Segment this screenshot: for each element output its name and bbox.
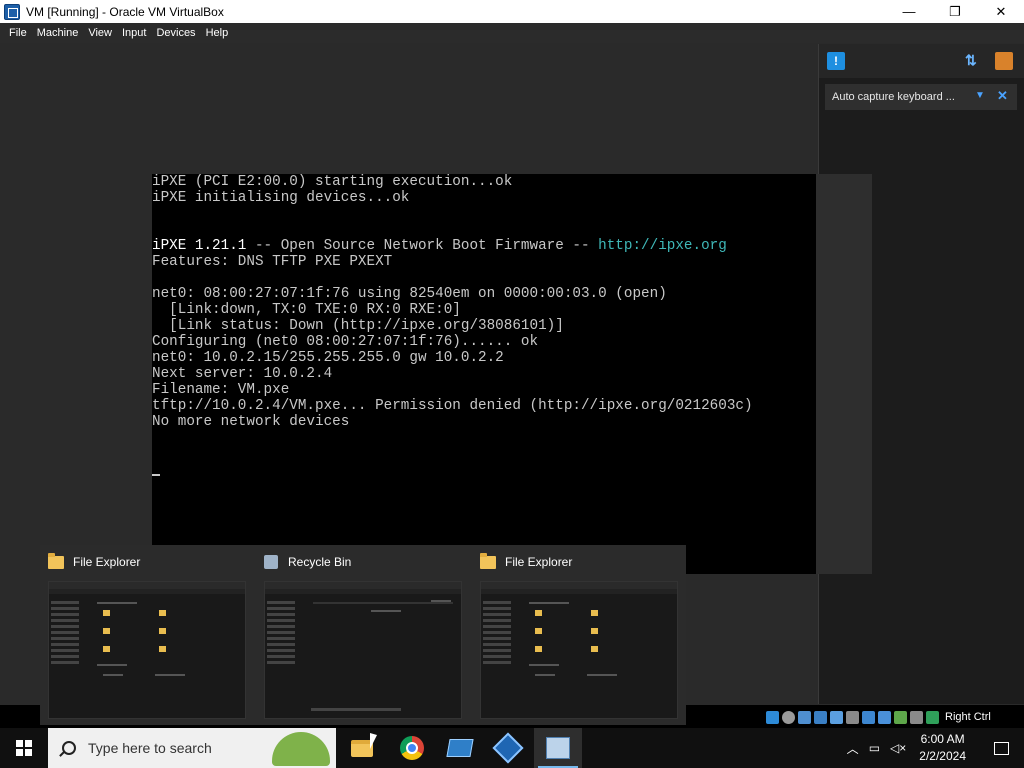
folder-icon: [48, 552, 64, 569]
close-button[interactable]: ✕: [978, 0, 1024, 23]
usb-icon[interactable]: [830, 710, 843, 724]
window-controls: — ❐ ✕: [886, 0, 1024, 23]
console-line: iPXE (PCI E2:00.0) starting execution...…: [152, 174, 513, 190]
remote-desktop-icon: [446, 739, 474, 757]
clock-time: 6:00 AM: [920, 732, 965, 746]
virtualbox-app-icon: [4, 3, 20, 20]
guest-screen-margin: [816, 174, 872, 574]
action-center-icon: [993, 741, 1009, 755]
window-title: VM [Running] - Oracle VM VirtualBox: [26, 4, 224, 19]
display-icon[interactable]: [862, 710, 875, 724]
windows-logo-icon: [16, 740, 32, 756]
sort-icon[interactable]: ⇅: [965, 52, 981, 70]
recording-icon[interactable]: [878, 710, 891, 724]
taskbar-chrome[interactable]: [388, 728, 436, 768]
taskbar-search-box[interactable]: Type here to search: [48, 728, 336, 768]
menu-help[interactable]: Help: [201, 27, 234, 39]
preview-title-text: File Explorer: [505, 555, 573, 569]
preview-title: Recycle Bin: [264, 553, 351, 571]
preview-title-text: File Explorer: [73, 555, 141, 569]
notification-close-icon[interactable]: ✕: [997, 88, 1008, 104]
start-button[interactable]: [0, 728, 48, 768]
preview-title: File Explorer: [48, 552, 141, 571]
folder-icon: [480, 552, 496, 569]
taskbar-remote-desktop[interactable]: [436, 728, 484, 768]
taskbar-thumbnail-previews: File Explorer Recycle Bin File Explorer: [40, 545, 686, 725]
taskbar-vm-window[interactable]: [534, 728, 582, 768]
title-bar: VM [Running] - Oracle VM VirtualBox — ❐ …: [0, 0, 1024, 23]
notification-card[interactable]: Auto capture keyboard ... ▼ ✕: [825, 84, 1017, 110]
preview-image: [480, 581, 678, 719]
clear-all-icon[interactable]: [995, 52, 1013, 70]
taskbar: Type here to search ︿ ▭ ◁× 6:00 AM 2/2/2…: [0, 728, 1024, 768]
ipxe-link: http://ipxe.org: [598, 238, 727, 254]
chrome-icon: [400, 736, 424, 760]
system-tray: ︿ ▭ ◁× 6:00 AM 2/2/2024: [842, 728, 1024, 768]
maximize-button[interactable]: ❐: [932, 0, 978, 23]
action-center-button[interactable]: [978, 728, 1024, 768]
mouse-pointer-icon: [370, 733, 377, 749]
vm-window-icon: [546, 737, 570, 759]
console-line: net0: 10.0.2.15/255.255.255.0 gw 10.0.2.…: [152, 350, 504, 366]
notification-center-toggle-icon[interactable]: !: [827, 52, 845, 70]
vm-status-bar: Right Ctrl: [766, 708, 991, 726]
network-tray-icon[interactable]: ▭: [869, 741, 880, 755]
guest-screen[interactable]: iPXE (PCI E2:00.0) starting execution...…: [152, 174, 816, 574]
volume-muted-icon[interactable]: ◁×: [890, 741, 906, 755]
mouse-integration-icon[interactable]: [910, 710, 923, 724]
hard-disk-icon[interactable]: [766, 710, 779, 724]
search-placeholder: Type here to search: [88, 740, 212, 756]
notification-text: Auto capture keyboard ...: [832, 91, 955, 103]
console-line: iPXE 1.21.1 -- Open Source Network Boot …: [152, 238, 727, 254]
notification-toolbar: ! ⇅: [819, 44, 1024, 78]
minimize-button[interactable]: —: [886, 0, 932, 23]
help-link-icon[interactable]: ▼: [975, 90, 987, 102]
taskbar-file-explorer[interactable]: [338, 728, 386, 768]
chevron-up-icon[interactable]: ︿: [847, 740, 859, 757]
console-line: Features: DNS TFTP PXE PXEXT: [152, 254, 393, 270]
menu-view[interactable]: View: [83, 27, 117, 39]
console-line: tftp://10.0.2.4/VM.pxe... Permission den…: [152, 398, 753, 414]
console-line: Next server: 10.0.2.4: [152, 366, 333, 382]
virtualbox-icon: [492, 732, 524, 764]
preview-file-explorer-2[interactable]: File Explorer: [472, 545, 686, 725]
network-icon[interactable]: [814, 710, 827, 724]
clock[interactable]: 6:00 AM 2/2/2024: [919, 731, 966, 765]
console-line: No more network devices: [152, 414, 350, 430]
host-key-label: Right Ctrl: [945, 711, 991, 723]
host-key-icon[interactable]: [926, 710, 939, 724]
preview-image: [264, 581, 462, 719]
console-cursor: [152, 474, 160, 476]
menu-file[interactable]: File: [4, 27, 32, 39]
preview-title: File Explorer: [480, 552, 573, 571]
console-line: Filename: VM.pxe: [152, 382, 290, 398]
console-line: net0: 08:00:27:07:1f:76 using 82540em on…: [152, 286, 667, 302]
preview-file-explorer-1[interactable]: File Explorer: [40, 545, 254, 725]
recycle-bin-icon: [264, 555, 278, 569]
console-line: [Link status: Down (http://ipxe.org/3808…: [152, 318, 564, 334]
optical-drive-icon[interactable]: [782, 710, 795, 724]
console-line: iPXE initialising devices...ok: [152, 190, 410, 206]
menu-machine[interactable]: Machine: [32, 27, 84, 39]
console-line: [Link:down, TX:0 TXE:0 RX:0 RXE:0]: [152, 302, 461, 318]
console-line: Configuring (net0 08:00:27:07:1f:76)....…: [152, 334, 539, 350]
preview-recycle-bin[interactable]: Recycle Bin: [256, 545, 470, 725]
search-highlight-illustration: [272, 732, 330, 766]
menu-input[interactable]: Input: [117, 27, 151, 39]
clock-date: 2/2/2024: [919, 749, 966, 763]
audio-icon[interactable]: [798, 710, 811, 724]
taskbar-virtualbox[interactable]: [484, 728, 532, 768]
menu-devices[interactable]: Devices: [151, 27, 200, 39]
menu-bar: File Machine View Input Devices Help: [0, 23, 1024, 43]
preview-image: [48, 581, 246, 719]
search-icon: [62, 741, 76, 755]
virtualization-icon[interactable]: [894, 710, 907, 724]
shared-folders-icon[interactable]: [846, 710, 859, 724]
ipxe-console-output: iPXE (PCI E2:00.0) starting execution...…: [152, 174, 816, 430]
preview-title-text: Recycle Bin: [288, 555, 352, 569]
